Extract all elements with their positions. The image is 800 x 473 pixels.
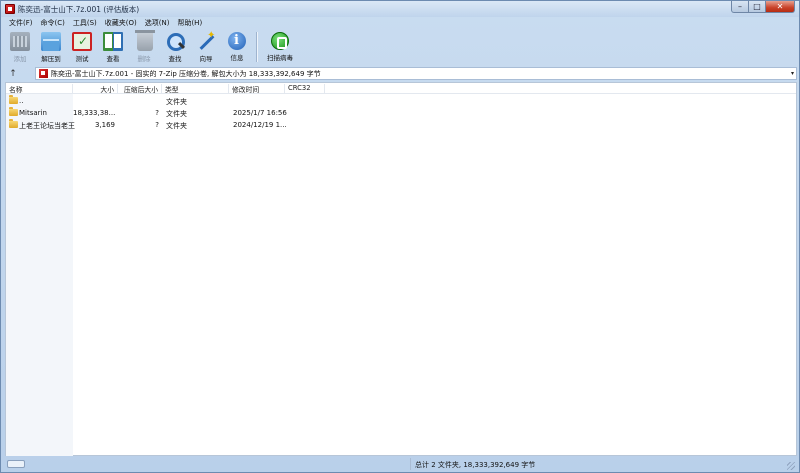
virus-scan-icon xyxy=(271,32,289,50)
virus-scan-label: 扫描病毒 xyxy=(267,54,293,62)
test-checklist-icon xyxy=(72,32,92,51)
chevron-down-icon[interactable]: ▾ xyxy=(791,70,794,77)
address-field[interactable]: 陈奕迅-富士山下.7z.001 - 固实的 7-Zip 压缩分卷, 解包大小为 … xyxy=(35,67,797,80)
table-row[interactable]: .. 文件夹 xyxy=(6,95,796,107)
app-window: 陈奕迅-富士山下.7z.001 (评估版本) – □ ✕ 文件(F) 命令(C)… xyxy=(0,0,800,473)
folder-icon xyxy=(9,95,18,104)
status-divider xyxy=(410,458,411,470)
column-header-type[interactable]: 类型 xyxy=(162,84,229,94)
row-modified: 2024/12/19 1... xyxy=(233,121,287,129)
resize-grip[interactable] xyxy=(787,462,795,470)
find-label: 查找 xyxy=(168,55,182,63)
view-label: 查看 xyxy=(106,55,120,63)
virus-scan-button[interactable]: 扫描病毒 xyxy=(260,29,300,65)
row-name: 上老王论坛当老王 xyxy=(19,122,75,130)
address-text: 陈奕迅-富士山下.7z.001 - 固实的 7-Zip 压缩分卷, 解包大小为 … xyxy=(51,69,321,78)
toolbar-separator xyxy=(256,32,257,62)
status-summary: 总计 2 文件夹, 18,333,392,649 字节 xyxy=(415,461,536,469)
archive-add-icon xyxy=(10,32,30,51)
test-button[interactable]: 测试 xyxy=(67,29,97,65)
column-header-name[interactable]: 名称 xyxy=(6,84,73,94)
column-header-modified[interactable]: 修改时间 xyxy=(229,84,285,94)
column-header-size[interactable]: 大小 xyxy=(73,84,118,94)
row-type: 文件夹 xyxy=(166,110,187,118)
row-size: 18,333,38... xyxy=(73,109,115,117)
window-title: 陈奕迅-富士山下.7z.001 (评估版本) xyxy=(18,5,140,14)
menu-favorites[interactable]: 收藏夹(O) xyxy=(101,18,141,28)
caption-buttons: – □ ✕ xyxy=(731,1,795,13)
row-name: .. xyxy=(19,97,24,105)
extract-to-button[interactable]: 解压到 xyxy=(36,29,66,65)
row-name: Mitsarin xyxy=(19,109,47,117)
delete-button[interactable]: 删除 xyxy=(129,29,159,65)
row-packed: ? xyxy=(155,109,159,117)
extract-to-label: 解压到 xyxy=(41,55,61,63)
menu-tools[interactable]: 工具(S) xyxy=(69,18,101,28)
drive-icon[interactable] xyxy=(7,460,25,468)
menu-file[interactable]: 文件(F) xyxy=(5,18,37,28)
magic-wand-icon xyxy=(196,30,216,51)
column-header-crc32[interactable]: CRC32 xyxy=(285,84,325,94)
add-button[interactable]: 添加 xyxy=(5,29,35,65)
delete-label: 删除 xyxy=(137,55,151,63)
test-label: 测试 xyxy=(75,55,89,63)
address-bar: ↑ 陈奕迅-富士山下.7z.001 - 固实的 7-Zip 压缩分卷, 解包大小… xyxy=(5,66,797,81)
folder-icon xyxy=(9,107,18,116)
title-bar[interactable]: 陈奕迅-富士山下.7z.001 (评估版本) – □ ✕ xyxy=(1,1,799,17)
folder-icon xyxy=(9,119,18,128)
file-list[interactable]: 名称 大小 压缩后大小 类型 修改时间 CRC32 .. 文件夹 Mitsari… xyxy=(5,82,797,456)
row-size: 3,169 xyxy=(94,121,115,129)
info-label: 信息 xyxy=(230,54,244,62)
row-modified: 2025/1/7 16:56 xyxy=(233,109,287,117)
maximize-button[interactable]: □ xyxy=(749,1,766,13)
close-button[interactable]: ✕ xyxy=(766,1,795,13)
status-bar: 总计 2 文件夹, 18,333,392,649 字节 xyxy=(5,457,797,471)
row-type: 文件夹 xyxy=(166,98,187,106)
wizard-button[interactable]: 向导 xyxy=(191,29,221,65)
menu-options[interactable]: 选项(N) xyxy=(141,18,174,28)
wizard-label: 向导 xyxy=(199,55,213,63)
menu-bar: 文件(F) 命令(C) 工具(S) 收藏夹(O) 选项(N) 帮助(H) xyxy=(5,17,206,29)
find-button[interactable]: 查找 xyxy=(160,29,190,65)
row-packed: ? xyxy=(155,121,159,129)
info-icon xyxy=(228,32,246,50)
info-button[interactable]: 信息 xyxy=(222,29,252,65)
menu-commands[interactable]: 命令(C) xyxy=(37,18,69,28)
trash-icon xyxy=(135,30,155,51)
minimize-button[interactable]: – xyxy=(731,1,749,13)
view-button[interactable]: 查看 xyxy=(98,29,128,65)
winrar-app-icon[interactable] xyxy=(5,4,15,14)
toolbar: 添加 解压到 测试 查看 删除 查找 向导 信息 xyxy=(5,29,797,65)
magnifier-icon xyxy=(166,32,185,51)
column-header-row: 名称 大小 压缩后大小 类型 修改时间 CRC32 xyxy=(6,83,796,94)
table-row[interactable]: 上老王论坛当老王 3,169 ? 文件夹 2024/12/19 1... xyxy=(6,119,796,131)
name-column-background xyxy=(6,94,73,456)
archive-icon xyxy=(39,69,48,78)
folder-extract-icon xyxy=(41,32,61,51)
menu-help[interactable]: 帮助(H) xyxy=(173,18,206,28)
book-view-icon xyxy=(103,32,123,51)
table-row[interactable]: Mitsarin 18,333,38... ? 文件夹 2025/1/7 16:… xyxy=(6,107,796,119)
add-label: 添加 xyxy=(13,55,27,63)
up-folder-button[interactable]: ↑ xyxy=(5,67,21,81)
column-header-packed[interactable]: 压缩后大小 xyxy=(118,84,162,94)
row-type: 文件夹 xyxy=(166,122,187,130)
